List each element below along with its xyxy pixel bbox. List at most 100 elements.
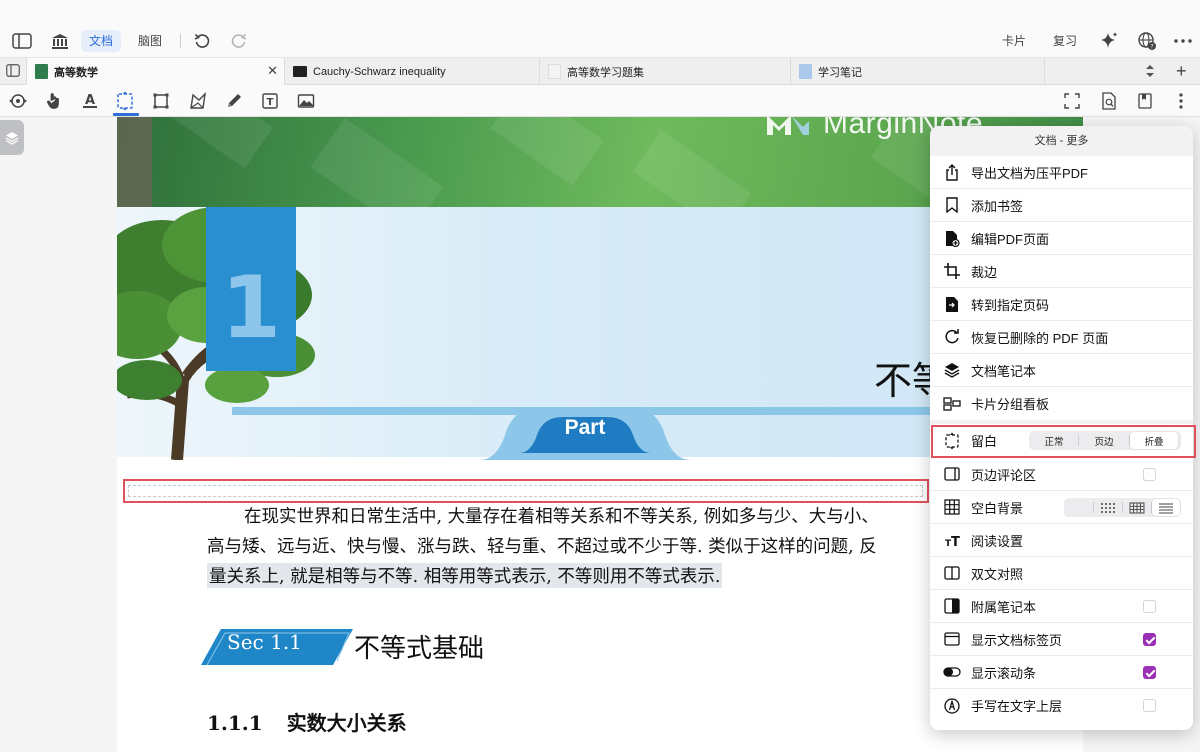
sidebar-icon[interactable] bbox=[12, 31, 32, 51]
menu-item-show-doc-tabs[interactable]: 显示文档标签页 bbox=[930, 623, 1193, 656]
menu-item-reading-settings[interactable]: TT 阅读设置 bbox=[930, 524, 1193, 557]
library-icon[interactable] bbox=[50, 31, 70, 51]
tab-cauchy-schwarz[interactable]: Cauchy-Schwarz inequality bbox=[284, 58, 539, 85]
menu-item-doc-notebook[interactable]: 文档笔记本 bbox=[930, 354, 1193, 387]
edit-pdf-icon bbox=[943, 229, 961, 247]
cards-button[interactable]: 卡片 bbox=[1002, 30, 1026, 52]
dual-page-icon bbox=[943, 564, 961, 582]
segment-lines[interactable] bbox=[1152, 499, 1180, 516]
menu-item-card-board[interactable]: 卡片分组看板 bbox=[930, 387, 1193, 420]
menu-item-margin-comments[interactable]: 页边评论区 bbox=[930, 458, 1193, 491]
more-icon[interactable] bbox=[1173, 31, 1193, 51]
goto-page-icon bbox=[943, 295, 961, 313]
polygon-icon[interactable] bbox=[188, 91, 208, 111]
notes-doc-icon bbox=[799, 64, 812, 79]
www-icon[interactable]: ? bbox=[1137, 31, 1157, 51]
handwrite-above-text-checkbox[interactable] bbox=[1143, 699, 1156, 712]
menu-item-label: 页边评论区 bbox=[971, 467, 1037, 483]
show-doc-tabs-checkbox[interactable] bbox=[1143, 633, 1156, 646]
menu-group-actions: 导出文档为压平PDF 添加书签 编辑PDF页面 裁边 转到指定页码 恢复已删除的… bbox=[930, 156, 1193, 420]
bookmark-icon bbox=[943, 196, 961, 214]
body-text-line-highlighted[interactable]: 量关系上, 就是相等与不等. 相等用等式表示, 不等则用不等式表示. bbox=[207, 563, 723, 588]
layers-icon[interactable] bbox=[0, 120, 24, 155]
tab-study-notes[interactable]: 学习笔记 bbox=[790, 58, 1045, 85]
menu-item-add-bookmark[interactable]: 添加书签 bbox=[930, 189, 1193, 222]
review-button[interactable]: 复习 bbox=[1053, 30, 1077, 52]
menu-item-show-scrollbar[interactable]: 显示滚动条 bbox=[930, 656, 1193, 689]
annotation-toolbar: A T bbox=[0, 85, 1200, 117]
svg-text:?: ? bbox=[1150, 44, 1153, 51]
menu-item-label: 双文对照 bbox=[971, 566, 1024, 582]
tab-reorder-icon[interactable] bbox=[1145, 63, 1155, 84]
tab-exercise-set[interactable]: 高等数学习题集 bbox=[539, 58, 790, 85]
section-title: 不等式基础 bbox=[354, 634, 485, 664]
show-scrollbar-checkbox[interactable] bbox=[1143, 666, 1156, 679]
menu-item-restore-pages[interactable]: 恢复已删除的 PDF 页面 bbox=[930, 321, 1193, 354]
lasso-icon[interactable] bbox=[8, 91, 28, 111]
pen-icon[interactable] bbox=[224, 91, 244, 111]
add-tab-icon[interactable]: + bbox=[1176, 61, 1187, 81]
split-view-icon[interactable] bbox=[6, 64, 20, 82]
tab-document-mode[interactable]: 文档 bbox=[81, 30, 121, 52]
segment-blank[interactable] bbox=[1065, 499, 1093, 516]
segment-grid[interactable] bbox=[1123, 499, 1151, 516]
body-text-line[interactable]: 在现实世界和日常生活中, 大量存在着相等关系和不等关系, 例如多与少、大与小、 bbox=[244, 503, 879, 528]
body-text-line[interactable]: 高与矮、远与近、快与慢、涨与跌、轻与重、不超过或不少于等. 类似于这样的问题, … bbox=[207, 533, 877, 558]
sparkle-icon[interactable] bbox=[1099, 31, 1119, 51]
text-highlight-icon[interactable]: A bbox=[80, 91, 100, 111]
close-icon[interactable]: ✕ bbox=[267, 63, 278, 79]
margin-comments-checkbox[interactable] bbox=[1143, 468, 1156, 481]
menu-item-export-flat-pdf[interactable]: 导出文档为压平PDF bbox=[930, 156, 1193, 189]
menu-item-handwrite-above-text[interactable]: 手写在文字上层 bbox=[930, 689, 1193, 722]
menu-item-dual-compare[interactable]: 双文对照 bbox=[930, 557, 1193, 590]
margin-area-highlight bbox=[123, 479, 929, 503]
rectangle-icon[interactable] bbox=[151, 91, 171, 111]
more-vertical-icon[interactable] bbox=[1171, 91, 1191, 111]
chapter-number: 1 bbox=[221, 258, 281, 358]
notebook-cover-icon bbox=[35, 64, 48, 79]
menu-item-crop[interactable]: 裁边 bbox=[930, 255, 1193, 288]
board-icon bbox=[943, 395, 961, 413]
image-icon[interactable] bbox=[296, 91, 316, 111]
segment-dots[interactable] bbox=[1094, 499, 1122, 516]
menu-item-label: 显示文档标签页 bbox=[971, 632, 1063, 648]
menu-item-label: 阅读设置 bbox=[971, 533, 1024, 549]
menu-item-label: 裁边 bbox=[971, 264, 998, 280]
menu-item-label: 转到指定页码 bbox=[971, 297, 1050, 313]
menu-item-edit-pdf-pages[interactable]: 编辑PDF页面 bbox=[930, 222, 1193, 255]
menu-item-blank-background[interactable]: 空白背景 bbox=[930, 491, 1193, 524]
hand-icon[interactable] bbox=[44, 91, 64, 111]
toggle-icon bbox=[943, 663, 961, 681]
tab-advanced-math[interactable]: 高等数学 ✕ bbox=[26, 58, 284, 85]
attached-notebook-checkbox[interactable] bbox=[1143, 600, 1156, 613]
fullscreen-icon[interactable] bbox=[1062, 91, 1082, 111]
sidebar-comment-icon bbox=[943, 465, 961, 483]
half-square-icon bbox=[943, 597, 961, 615]
left-rail bbox=[0, 117, 117, 752]
tab-mindmap-mode[interactable]: 脑图 bbox=[138, 30, 162, 52]
menu-item-label: 卡片分组看板 bbox=[971, 397, 1050, 412]
bookmark-panel-icon[interactable] bbox=[1135, 91, 1155, 111]
terminal-doc-icon bbox=[293, 66, 307, 77]
textbox-icon[interactable]: T bbox=[260, 91, 280, 111]
menu-group-display: 页边评论区 空白背景 TT 阅读设置 双文对照 附属笔记本 显示文档标签页 显示… bbox=[930, 458, 1193, 730]
top-toolbar: 文档 脑图 卡片 复习 ? bbox=[0, 0, 1200, 58]
background-style-segmented-control bbox=[1064, 498, 1181, 517]
grid-icon bbox=[943, 498, 961, 516]
marginnote-logo-icon bbox=[767, 117, 809, 135]
menu-item-label: 导出文档为压平PDF bbox=[971, 165, 1089, 181]
menu-item-attached-notebook[interactable]: 附属笔记本 bbox=[930, 590, 1193, 623]
restore-icon bbox=[943, 328, 961, 346]
margin-select-icon[interactable] bbox=[115, 91, 135, 111]
undo-icon[interactable] bbox=[192, 31, 212, 51]
menu-item-label: 附属笔记本 bbox=[971, 599, 1037, 615]
menu-item-goto-page[interactable]: 转到指定页码 bbox=[930, 288, 1193, 321]
tab-label: Cauchy-Schwarz inequality bbox=[313, 65, 446, 78]
menu-item-label: 空白背景 bbox=[971, 500, 1024, 516]
menu-item-label: 添加书签 bbox=[971, 198, 1024, 214]
subsection-title: 实数大小关系 bbox=[286, 711, 407, 735]
svg-text:T: T bbox=[951, 535, 960, 548]
subsection-heading: 1.1.1 实数大小关系 bbox=[207, 707, 407, 736]
redo-icon[interactable] bbox=[229, 31, 249, 51]
search-doc-icon[interactable] bbox=[1099, 91, 1119, 111]
